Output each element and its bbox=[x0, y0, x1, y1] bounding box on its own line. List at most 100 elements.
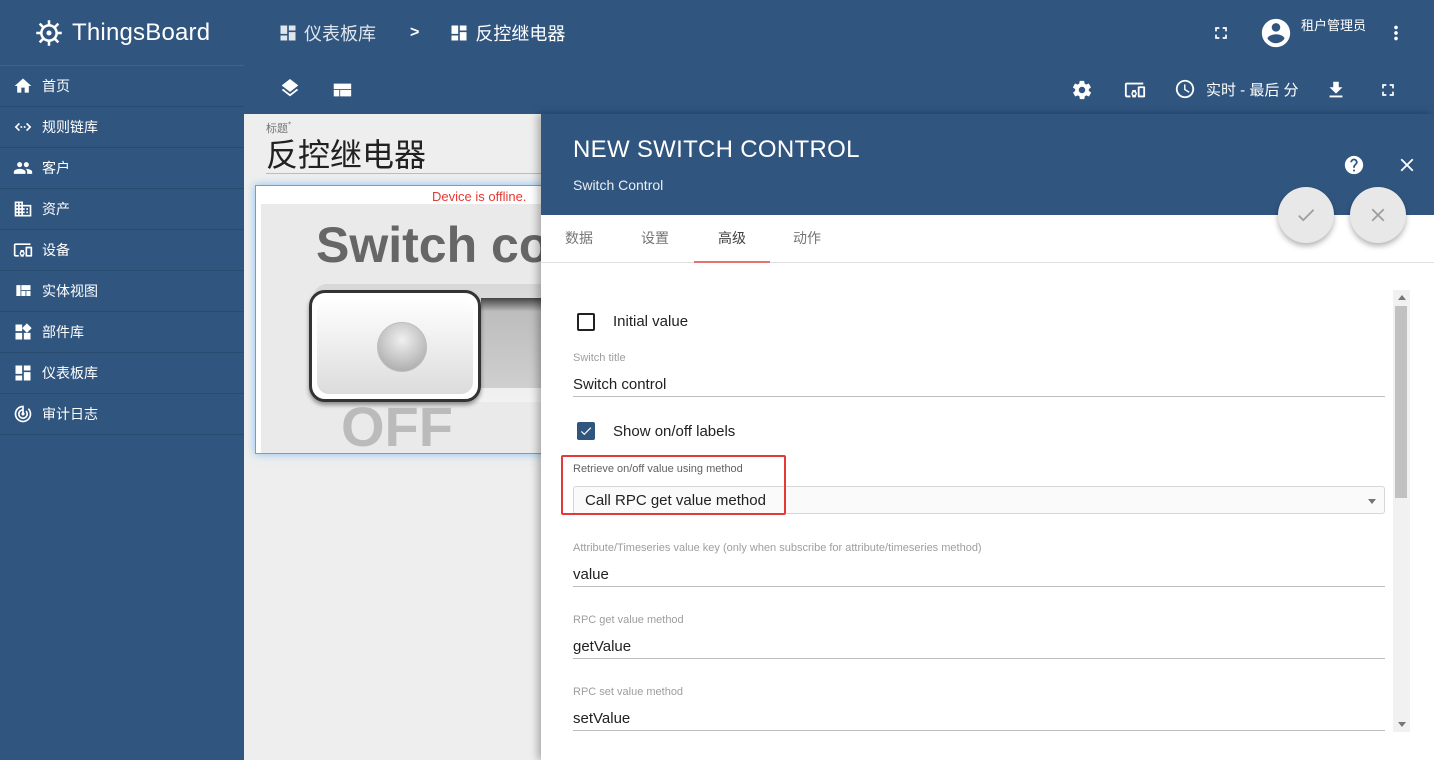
rpc-get-label: RPC get value method bbox=[573, 614, 684, 626]
close-panel-button[interactable] bbox=[1396, 154, 1418, 176]
switch-title-input[interactable]: Switch control bbox=[573, 376, 666, 393]
widgets-icon bbox=[12, 321, 34, 343]
devices-button[interactable] bbox=[1123, 78, 1147, 102]
panel-title: NEW SWITCH CONTROL bbox=[573, 136, 860, 163]
switch-knob-dot bbox=[377, 322, 427, 372]
tab-settings[interactable]: 设置 bbox=[631, 215, 679, 263]
people-icon bbox=[12, 157, 34, 179]
sidebar-item-widgets[interactable]: 部件库 bbox=[0, 312, 244, 353]
switch-state-label: OFF bbox=[341, 395, 453, 454]
scroll-up-arrow[interactable] bbox=[1398, 295, 1406, 300]
timewindow-label: 实时 - 最后 分 bbox=[1206, 81, 1299, 99]
help-button[interactable] bbox=[1343, 154, 1365, 176]
layers-button[interactable] bbox=[278, 78, 302, 102]
dashboard-icon bbox=[451, 25, 467, 41]
layers-icon bbox=[281, 79, 299, 97]
sidebar-item-label: 实体视图 bbox=[42, 283, 98, 299]
sidebar-item-home[interactable]: 首页 bbox=[0, 66, 244, 107]
widget-config-panel: NEW SWITCH CONTROL Switch Control 数据 设置 … bbox=[541, 114, 1434, 760]
switch-title-label: Switch title bbox=[573, 352, 626, 364]
devices-icon bbox=[12, 239, 34, 261]
sidebar-item-label: 首页 bbox=[42, 78, 70, 94]
sidebar: ThingsBoard 首页 规则链库 客户 资产 设备 实体视图 部件库 仪表… bbox=[0, 0, 244, 760]
attr-key-underline bbox=[573, 586, 1385, 587]
sidebar-item-label: 客户 bbox=[42, 160, 70, 176]
fullscreen-icon bbox=[1215, 27, 1227, 39]
sidebar-item-customers[interactable]: 客户 bbox=[0, 148, 244, 189]
home-icon bbox=[12, 75, 34, 97]
form-scrollbar[interactable] bbox=[1393, 290, 1410, 732]
dashboard-title-label: 标题* bbox=[266, 120, 292, 135]
tab-data[interactable]: 数据 bbox=[555, 215, 603, 263]
clock-icon bbox=[1175, 79, 1195, 99]
account-circle-icon bbox=[1261, 18, 1291, 48]
switch-knob-face bbox=[317, 298, 473, 394]
user-name[interactable]: 租户管理员 bbox=[1301, 15, 1366, 34]
tab-advanced[interactable]: 高级 bbox=[694, 215, 770, 263]
switch-track-groove bbox=[481, 298, 544, 388]
rpc-get-input[interactable]: getValue bbox=[573, 638, 631, 655]
export-button[interactable] bbox=[1324, 78, 1348, 102]
initial-value-checkbox[interactable] bbox=[577, 313, 595, 331]
thingsboard-logo-icon bbox=[36, 19, 62, 46]
timewindow-button[interactable]: 实时 - 最后 分 bbox=[1174, 78, 1299, 100]
tab-actions[interactable]: 动作 bbox=[783, 215, 831, 263]
switch-knob[interactable] bbox=[309, 290, 481, 402]
sidebar-item-entity-views[interactable]: 实体视图 bbox=[0, 271, 244, 312]
breadcrumb-label: 反控继电器 bbox=[475, 24, 566, 44]
highlight-annotation bbox=[561, 455, 786, 515]
sidebar-item-label: 资产 bbox=[42, 201, 70, 217]
sidebar-item-label: 部件库 bbox=[42, 324, 84, 340]
dashboard-icon bbox=[12, 362, 34, 384]
show-labels-checkbox[interactable] bbox=[577, 422, 595, 440]
initial-value-label: Initial value bbox=[613, 313, 689, 330]
close-icon bbox=[1400, 158, 1414, 172]
more-vert-icon bbox=[1394, 25, 1398, 41]
help-icon bbox=[1344, 155, 1364, 175]
attr-key-input[interactable]: value bbox=[573, 566, 609, 583]
view-compact-icon bbox=[333, 83, 352, 97]
scroll-thumb[interactable] bbox=[1395, 306, 1407, 498]
fullscreen-button[interactable] bbox=[1209, 21, 1233, 45]
gear-icon bbox=[1072, 80, 1092, 100]
brand-logo[interactable]: ThingsBoard bbox=[0, 0, 244, 66]
sidebar-item-dashboards[interactable]: 仪表板库 bbox=[0, 353, 244, 394]
fullscreen-icon bbox=[1382, 84, 1394, 96]
check-icon bbox=[580, 427, 592, 436]
more-menu-button[interactable] bbox=[1384, 21, 1408, 45]
show-labels-label: Show on/off labels bbox=[613, 423, 736, 440]
sidebar-item-devices[interactable]: 设备 bbox=[0, 230, 244, 271]
track-changes-icon bbox=[12, 403, 34, 425]
rpc-set-label: RPC set value method bbox=[573, 686, 684, 698]
breadcrumb-dashboards[interactable]: 仪表板库 bbox=[278, 20, 376, 46]
device-offline-message: Device is offline. bbox=[432, 189, 527, 204]
sidebar-item-audit-logs[interactable]: 审计日志 bbox=[0, 394, 244, 435]
dashboard-fullscreen-button[interactable] bbox=[1376, 78, 1400, 102]
breadcrumb-separator: > bbox=[410, 24, 420, 41]
brand-name: ThingsBoard bbox=[72, 18, 211, 46]
header-actions: 租户管理员 bbox=[1209, 0, 1434, 66]
domain-icon bbox=[12, 198, 34, 220]
dashboard-title-input[interactable]: 反控继电器 bbox=[266, 136, 542, 174]
scroll-down-arrow[interactable] bbox=[1398, 722, 1406, 727]
dashboard-icon bbox=[280, 25, 296, 41]
sidebar-item-label: 规则链库 bbox=[42, 119, 98, 135]
dashboard-toolbar: 实时 - 最后 分 bbox=[244, 66, 1434, 114]
sidebar-item-label: 审计日志 bbox=[42, 406, 98, 422]
user-avatar[interactable] bbox=[1259, 16, 1293, 50]
switch-widget-title: Switch co bbox=[316, 217, 545, 273]
layout-button[interactable] bbox=[330, 78, 354, 102]
switch-widget-body: Switch co OFF bbox=[261, 204, 545, 454]
switch-widget[interactable]: Switch co OFF Device is offline. bbox=[255, 185, 545, 454]
view-quilt-icon bbox=[12, 280, 34, 302]
sidebar-item-assets[interactable]: 资产 bbox=[0, 189, 244, 230]
settings-button[interactable] bbox=[1070, 78, 1094, 102]
download-icon bbox=[1329, 81, 1343, 98]
sidebar-item-rule-chains[interactable]: 规则链库 bbox=[0, 107, 244, 148]
sidebar-item-label: 仪表板库 bbox=[42, 365, 98, 381]
top-header: 仪表板库 > 反控继电器 租户管理员 bbox=[244, 0, 1434, 66]
rpc-set-input[interactable]: setValue bbox=[573, 710, 630, 727]
panel-subtitle: Switch Control bbox=[573, 177, 664, 193]
devices-icon bbox=[1124, 82, 1146, 98]
code-arrows-icon bbox=[12, 116, 34, 138]
